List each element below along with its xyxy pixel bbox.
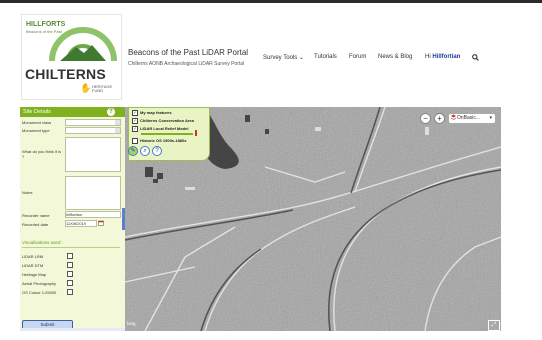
fullscreen-icon[interactable]: ⤢ xyxy=(488,320,500,331)
layer-opacity-slider[interactable] xyxy=(141,133,193,135)
vis-os-colour-checkbox[interactable] xyxy=(67,289,73,295)
layer-checkbox[interactable]: ✓ xyxy=(132,110,138,116)
visualisations-title: Visualisations used : xyxy=(22,240,63,245)
monument-class-select[interactable] xyxy=(65,119,121,126)
nav-survey-tools[interactable]: Survey Tools ⌄ xyxy=(263,54,304,61)
chevron-down-icon: ⌄ xyxy=(298,55,304,61)
vis-lidar-lrm-label: LiDAR LRM xyxy=(22,254,44,259)
dropdown-arrow-icon xyxy=(115,120,120,125)
layer-my-map-features-label: My map features xyxy=(140,110,172,116)
lottery-hand-icon: ✋ xyxy=(80,83,92,93)
monument-class-label: Monument class xyxy=(22,120,52,125)
notes-textarea[interactable] xyxy=(65,176,121,210)
layer-historic-os[interactable]: Historic OS 1900s-1880s xyxy=(132,138,186,144)
layer-my-map-features[interactable]: ✓ My map features xyxy=(132,110,172,116)
site-subtitle: Chilterns AONB Archaeological LiDAR Surv… xyxy=(128,61,245,67)
layer-conservation-area[interactable]: ✓ Chilterns Conservation Area xyxy=(132,118,194,124)
nav-forum[interactable]: Forum xyxy=(349,54,366,60)
site-title: Beacons of the Past LiDAR Portal xyxy=(128,48,249,57)
vis-os-colour-label: OS Colour 1:25000 xyxy=(22,290,57,295)
nav-tutorials[interactable]: Tutorials xyxy=(314,54,337,60)
chilterns-logo[interactable]: HILLFORTS Beacons of the Past CHILTERNS … xyxy=(21,14,122,100)
what-think-textarea[interactable] xyxy=(65,137,121,172)
vis-heritage-map-checkbox[interactable] xyxy=(67,271,73,277)
logo-fund-text: FUND xyxy=(92,88,104,93)
logo-chilterns-text: CHILTERNS xyxy=(25,66,106,82)
zoom-in-button[interactable]: + xyxy=(434,113,445,124)
monument-type-select[interactable] xyxy=(65,127,121,134)
vis-aerial-checkbox[interactable] xyxy=(67,280,73,286)
layer-checkbox[interactable]: ✓ xyxy=(132,118,138,124)
calendar-icon[interactable] xyxy=(98,220,104,226)
zoom-search-icon[interactable]: ⌕ xyxy=(140,146,150,156)
monument-type-label: Monument type xyxy=(22,128,50,133)
layer-conservation-area-label: Chilterns Conservation Area xyxy=(140,118,194,124)
bing-attribution: bing xyxy=(127,321,136,326)
layer-checkbox[interactable] xyxy=(132,138,138,144)
panel-footer xyxy=(20,328,125,331)
hillfort-rings-icon xyxy=(49,27,117,62)
browser-top-bar xyxy=(0,0,542,3)
search-icon[interactable] xyxy=(472,54,479,61)
layer-opacity-handle[interactable] xyxy=(195,130,197,136)
draw-tool-icon[interactable]: ✎ xyxy=(128,146,138,156)
nav-user[interactable]: Hi Hillfortian xyxy=(425,54,460,60)
visualisations-divider xyxy=(22,247,120,248)
site-details-header: Site Details ? xyxy=(20,107,125,117)
layer-lidar-lrm[interactable]: ✓ LiDAR Local Relief Model xyxy=(132,126,188,132)
vis-heritage-map-label: Heritage Map xyxy=(22,272,47,277)
what-think-label: What do you think it is ? xyxy=(22,149,62,159)
vis-lidar-dtm-label: LiDAR DTM xyxy=(22,263,44,268)
vis-lidar-lrm-checkbox[interactable] xyxy=(67,253,73,259)
help-tool-icon[interactable]: ? xyxy=(152,146,162,156)
layer-lidar-lrm-label: LiDAR Local Relief Model xyxy=(140,126,189,132)
chevron-down-icon: ▾ xyxy=(489,115,492,121)
layer-historic-os-label: Historic OS 1900s-1880s xyxy=(140,138,187,144)
help-icon[interactable]: ? xyxy=(107,108,115,116)
dropdown-arrow-icon xyxy=(115,128,120,133)
logo-heritage-fund-text: HERITAGE FUND xyxy=(92,85,112,93)
layers-icon xyxy=(450,114,457,120)
zoom-out-button[interactable]: − xyxy=(420,113,431,124)
vis-lidar-dtm-checkbox[interactable] xyxy=(67,262,73,268)
site-details-title: Site Details xyxy=(23,109,51,115)
layer-checkbox[interactable]: ✓ xyxy=(132,126,138,132)
recorder-name-value: hillfortian xyxy=(66,212,83,217)
nav-user-name: Hillfortian xyxy=(432,54,461,60)
vis-aerial-label: Aerial Photography xyxy=(22,281,57,286)
recorder-name-label: Recorder name xyxy=(22,213,50,218)
recorded-date-value: 12/08/2019 xyxy=(66,221,87,226)
notes-label: Notes xyxy=(22,190,33,195)
nav-user-prefix: Hi xyxy=(425,54,431,60)
nav-news-blog[interactable]: News & Blog xyxy=(378,54,412,60)
recorded-date-label: Recorded date xyxy=(22,222,49,227)
nav-survey-tools-label: Survey Tools xyxy=(263,55,298,61)
